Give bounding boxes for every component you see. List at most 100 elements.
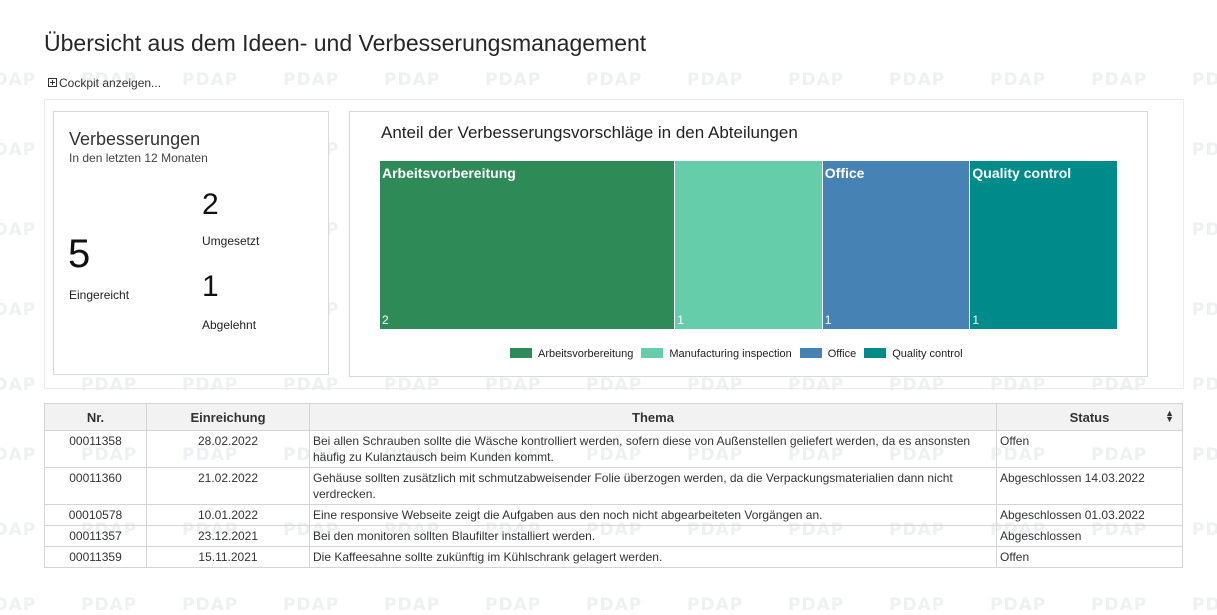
watermark-text: PDAP bbox=[0, 300, 37, 320]
column-header-date[interactable]: Einreichung bbox=[146, 403, 310, 431]
watermark-text: PDAP bbox=[485, 70, 542, 90]
cell-date: 21.02.2022 bbox=[146, 467, 310, 505]
table-row[interactable]: 00011358 28.02.2022 Bei allen Schrauben so… bbox=[44, 430, 1183, 468]
table-row[interactable]: 00010578 10.01.2022 Eine responsive Websei… bbox=[44, 504, 1183, 526]
legend-item[interactable]: Office bbox=[799, 348, 857, 360]
watermark-text: PDAP bbox=[0, 520, 37, 540]
kpi-card: Verbesserungen In den letzten 12 Monaten… bbox=[53, 111, 329, 375]
tile-value: 1 bbox=[972, 313, 980, 327]
kpi-submitted-label: Eingereicht bbox=[69, 288, 130, 302]
watermark-text: PDAP bbox=[485, 595, 542, 615]
watermark-text: PDAP bbox=[283, 595, 340, 615]
watermark-text: PDAP bbox=[1192, 445, 1217, 465]
chart-card: Anteil der Verbesserungsvorschläge in de… bbox=[349, 111, 1148, 377]
proposals-table: Nr. Einreichung Thema Status ▲ ▼ 00011358… bbox=[44, 403, 1183, 568]
cell-status: Abgeschlossen 01.03.2022 bbox=[996, 504, 1183, 526]
cell-topic: Gehäuse sollten zusätzlich mit schmutzab… bbox=[309, 467, 997, 505]
treemap-tile[interactable]: Arbeitsvorbereitung 2 bbox=[380, 161, 676, 329]
column-header-status[interactable]: Status ▲ ▼ bbox=[996, 403, 1183, 431]
cell-topic: Bei den monitoren sollten Blaufilter ins… bbox=[309, 525, 997, 547]
watermark-text: PDAP bbox=[889, 70, 946, 90]
treemap-tile[interactable]: 1 bbox=[675, 161, 823, 329]
legend-item[interactable]: Manufacturing inspection bbox=[641, 348, 792, 360]
kpi-rejected-label: Abgelehnt bbox=[202, 318, 257, 332]
cockpit-toggle[interactable]: Cockpit anzeigen... bbox=[48, 76, 161, 90]
watermark-text: PDAP bbox=[1192, 375, 1217, 395]
watermark-text: PDAP bbox=[788, 70, 845, 90]
watermark-text: PDAP bbox=[283, 70, 340, 90]
cell-date: 15.11.2021 bbox=[146, 546, 310, 568]
column-header-status-label: Status bbox=[1069, 409, 1110, 425]
table-row[interactable]: 00011357 23.12.2021 Bei den monitoren soll… bbox=[44, 525, 1183, 547]
watermark-text: PDAP bbox=[0, 375, 37, 395]
chart-title: Anteil der Verbesserungsvorschläge in de… bbox=[381, 123, 798, 142]
watermark-text: PDAP bbox=[1192, 300, 1217, 320]
kpi-submitted-value: 5 bbox=[68, 232, 91, 276]
kpi-implemented-label: Umgesetzt bbox=[202, 234, 260, 248]
watermark-text: PDAP bbox=[889, 595, 946, 615]
cockpit-label: Cockpit anzeigen... bbox=[59, 76, 162, 90]
watermark-text: PDAP bbox=[1192, 140, 1217, 160]
watermark-text: PDAP bbox=[384, 70, 441, 90]
watermark-text: PDAP bbox=[0, 595, 37, 615]
cell-date: 23.12.2021 bbox=[146, 525, 310, 547]
cell-topic: Die Kaffeesahne sollte zukünftig im Kühl… bbox=[309, 546, 997, 568]
cell-nr: 00010578 bbox=[44, 504, 147, 526]
tile-value: 1 bbox=[677, 313, 684, 327]
watermark-text: PDAP bbox=[0, 220, 37, 240]
chart-legend: Arbeitsvorbereitung Manufacturing inspect… bbox=[510, 348, 971, 360]
cell-nr: 00011358 bbox=[44, 430, 147, 468]
tile-label: Quality control bbox=[972, 165, 1072, 181]
watermark-text: PDAP bbox=[788, 595, 845, 615]
watermark-text: PDAP bbox=[0, 445, 37, 465]
cell-status: Abgeschlossen 14.03.2022 bbox=[996, 467, 1183, 505]
watermark-text: PDAP bbox=[1192, 220, 1217, 240]
legend-label: Office bbox=[827, 348, 857, 360]
watermark-text: PDAP bbox=[1192, 595, 1217, 615]
cell-topic: Eine responsive Webseite zeigt die Aufga… bbox=[309, 504, 997, 526]
cell-status: Offen bbox=[996, 430, 1183, 468]
tile-label: Office bbox=[824, 165, 865, 181]
legend-label: Manufacturing inspection bbox=[669, 348, 792, 360]
legend-item[interactable]: Arbeitsvorbereitung bbox=[510, 348, 633, 360]
table-header-row: Nr. Einreichung Thema Status ▲ ▼ bbox=[44, 403, 1183, 431]
watermark-text: PDAP bbox=[1192, 520, 1217, 540]
tile-value: 2 bbox=[382, 313, 389, 327]
legend-swatch bbox=[510, 348, 532, 358]
treemap-tile[interactable]: Quality control 1 bbox=[970, 161, 1118, 329]
tile-value: 1 bbox=[824, 313, 832, 327]
treemap-tile[interactable]: Office 1 bbox=[822, 161, 971, 329]
table-row[interactable]: 00011359 15.11.2021 Die Kaffeesahne sollte… bbox=[44, 546, 1183, 568]
watermark-text: PDAP bbox=[990, 595, 1047, 615]
cell-status: Abgeschlossen bbox=[996, 525, 1183, 547]
cell-nr: 00011360 bbox=[44, 467, 147, 505]
watermark-text: PDAP bbox=[1091, 595, 1148, 615]
cell-nr: 00011359 bbox=[44, 546, 147, 568]
legend-swatch bbox=[864, 348, 887, 358]
watermark-text: PDAP bbox=[182, 70, 239, 90]
watermark-text: PDAP bbox=[990, 70, 1047, 90]
column-header-topic[interactable]: Thema bbox=[309, 403, 997, 431]
sort-icon[interactable]: ▲ ▼ bbox=[1165, 409, 1174, 424]
watermark-text: PDAP bbox=[0, 140, 37, 160]
watermark-text: PDAP bbox=[687, 595, 744, 615]
watermark-text: PDAP bbox=[586, 595, 643, 615]
kpi-implemented-value: 2 bbox=[202, 188, 219, 221]
kpi-title: Verbesserungen bbox=[69, 129, 201, 149]
watermark-text: PDAP bbox=[687, 70, 744, 90]
kpi-subtitle: In den letzten 12 Monaten bbox=[69, 151, 208, 165]
legend-label: Arbeitsvorbereitung bbox=[538, 348, 634, 360]
legend-swatch bbox=[799, 348, 822, 358]
legend-label: Quality control bbox=[892, 348, 963, 360]
table-row[interactable]: 00011360 21.02.2022 Gehäuse sollten zusätz… bbox=[44, 467, 1183, 505]
watermark-text: PDAP bbox=[1091, 70, 1148, 90]
cell-nr: 00011357 bbox=[44, 525, 147, 547]
watermark-text: PDAP bbox=[0, 70, 37, 90]
watermark-text: PDAP bbox=[384, 595, 441, 615]
page-title: Übersicht aus dem Ideen- und Verbesserun… bbox=[44, 30, 647, 56]
cell-date: 28.02.2022 bbox=[146, 430, 310, 468]
column-header-nr[interactable]: Nr. bbox=[44, 403, 147, 431]
watermark-text: PDAP bbox=[1192, 70, 1217, 90]
cell-status: Offen bbox=[996, 546, 1183, 568]
legend-item[interactable]: Quality control bbox=[864, 348, 963, 360]
